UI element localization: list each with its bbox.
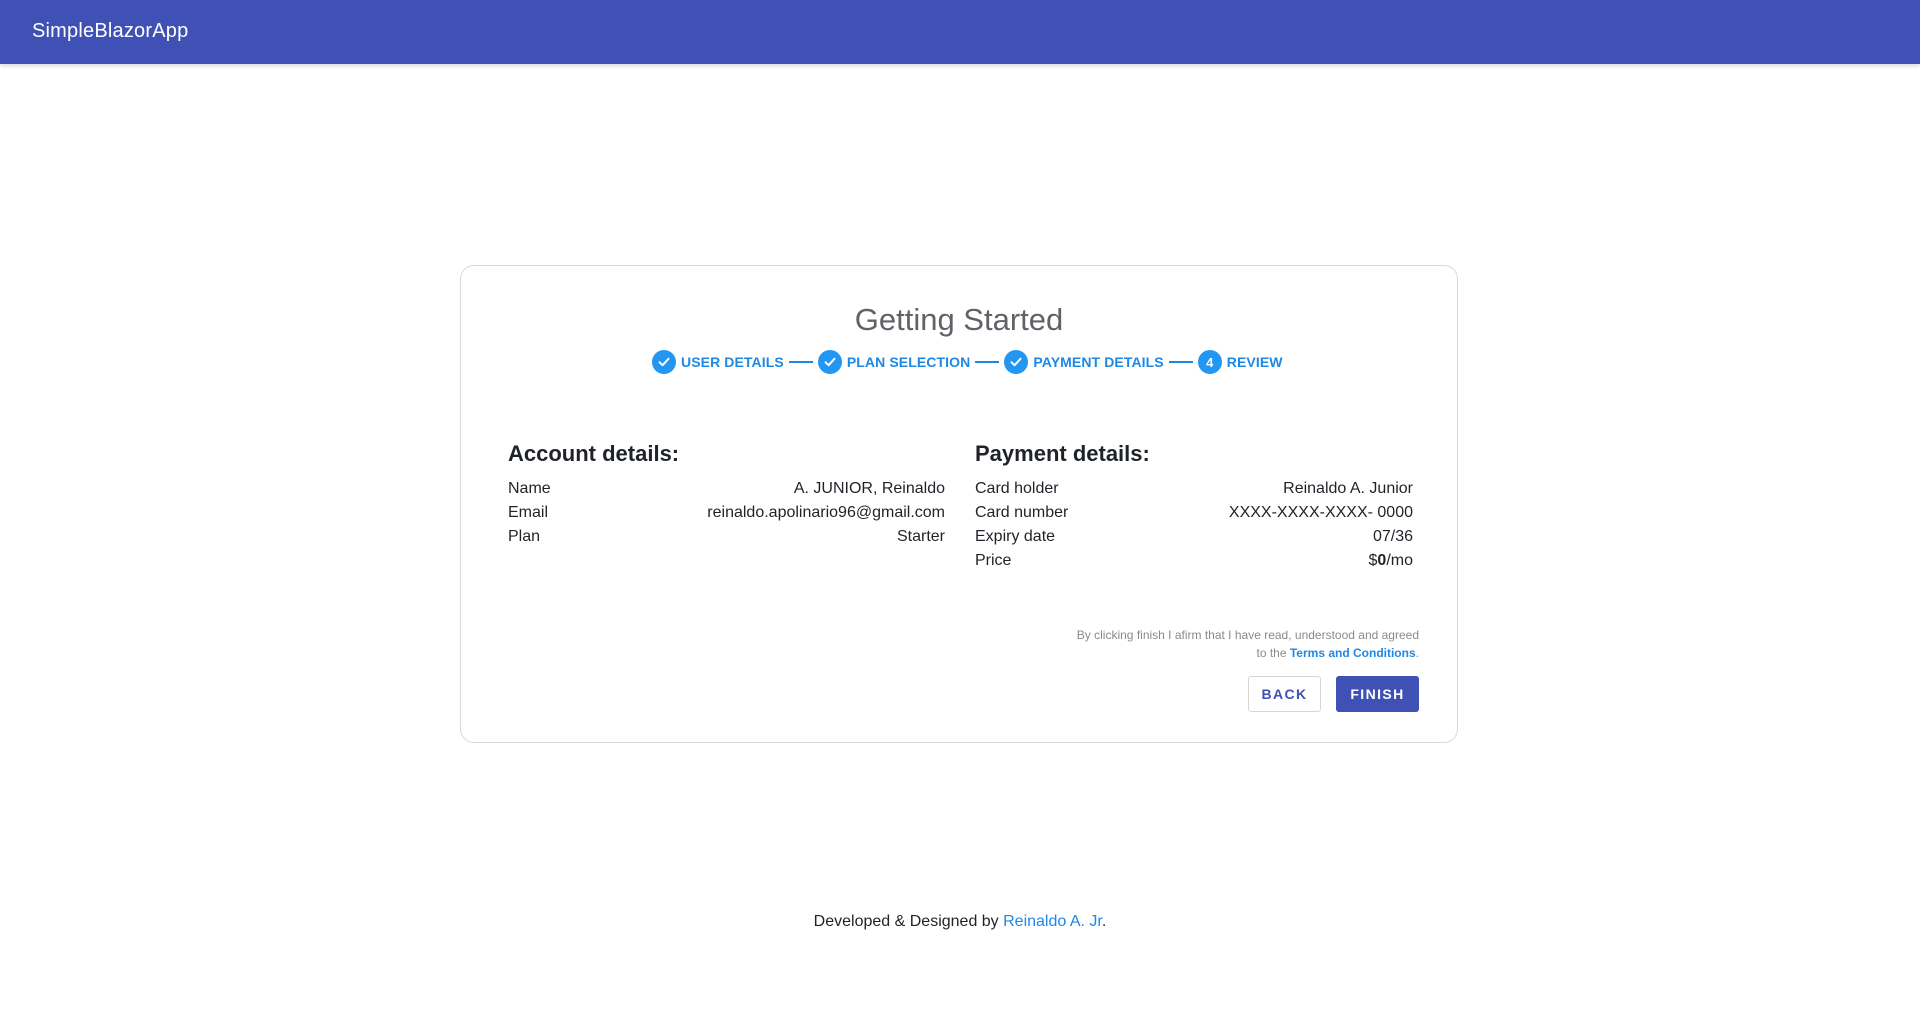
row-value: A. JUNIOR, Reinaldo	[793, 480, 945, 497]
price-period: /mo	[1386, 552, 1413, 569]
card-title: Getting Started	[854, 302, 1064, 337]
stepper: USER DETAILS PLAN SELECTION PAYMENT DETA…	[652, 350, 1283, 374]
account-details-heading: Account details:	[508, 441, 680, 466]
step-review[interactable]: 4 REVIEW	[1197, 350, 1283, 374]
price-amount: 0	[1377, 552, 1387, 569]
check-icon	[1004, 350, 1029, 374]
row-label: Price	[975, 552, 1012, 569]
step-label: PAYMENT DETAILS	[1033, 354, 1164, 370]
row-value: Reinaldo A. Junior	[1283, 480, 1413, 497]
payment-row-card-number: Card number XXXX-XXXX-XXXX- 0000	[975, 501, 1413, 525]
check-icon	[817, 350, 842, 374]
step-label: PLAN SELECTION	[846, 354, 971, 370]
step-label: REVIEW	[1226, 354, 1283, 370]
back-button[interactable]: BACK	[1248, 676, 1321, 712]
step-number: 4	[1197, 350, 1222, 374]
terms-and-conditions-link[interactable]: Terms and Conditions	[1290, 646, 1416, 660]
finish-button[interactable]: FINISH	[1336, 676, 1419, 712]
step-connector	[1168, 361, 1193, 363]
row-value: Starter	[896, 528, 945, 545]
step-connector	[975, 361, 1000, 363]
step-payment-details[interactable]: PAYMENT DETAILS	[1004, 350, 1164, 374]
row-value: XXXX-XXXX-XXXX- 0000	[1228, 504, 1413, 521]
row-value: reinaldo.apolinario96@gmail.com	[707, 504, 945, 521]
step-plan-selection[interactable]: PLAN SELECTION	[817, 350, 971, 374]
app-bar: SimpleBlazorApp	[0, 0, 1920, 64]
step-user-details[interactable]: USER DETAILS	[652, 350, 784, 374]
app-title[interactable]: SimpleBlazorApp	[32, 20, 188, 43]
account-row-plan: Plan Starter	[508, 525, 945, 549]
terms-text: By clicking finish I afirm that I have r…	[1076, 628, 1419, 642]
payment-details-heading: Payment details:	[975, 441, 1150, 466]
terms-text-after: .	[1415, 646, 1419, 660]
getting-started-card: Getting Started USER DETAILS PLAN SELECT…	[460, 265, 1458, 743]
payment-row-card-holder: Card holder Reinaldo A. Junior	[975, 477, 1413, 501]
terms-text-to: to the	[1256, 646, 1290, 660]
terms-notice: By clicking finish I afirm that I have r…	[1019, 626, 1419, 662]
row-label: Name	[508, 480, 551, 497]
author-link[interactable]: Reinaldo A. Jr	[1003, 913, 1102, 930]
footer-suffix: .	[1101, 913, 1107, 930]
payment-row-price: Price $0/mo	[975, 549, 1413, 573]
payment-row-expiry: Expiry date 07/36	[975, 525, 1413, 549]
step-connector	[788, 361, 813, 363]
account-row-name: Name A. JUNIOR, Reinaldo	[508, 477, 945, 501]
row-value: 07/36	[1372, 528, 1413, 545]
footer-text: Developed & Designed by	[813, 913, 1004, 930]
row-label: Card number	[975, 504, 1069, 521]
terms-line-2: to the Terms and Conditions.	[1019, 644, 1420, 662]
row-label: Expiry date	[975, 528, 1056, 545]
row-label: Plan	[508, 528, 541, 545]
price-value: $0/mo	[1369, 552, 1413, 570]
check-icon	[652, 350, 676, 374]
footer: Developed & Designed by Reinaldo A. Jr.	[0, 913, 1920, 931]
account-row-email: Email reinaldo.apolinario96@gmail.com	[508, 501, 945, 525]
row-label: Email	[508, 504, 549, 521]
row-label: Card holder	[975, 480, 1059, 497]
step-label: USER DETAILS	[681, 354, 784, 370]
